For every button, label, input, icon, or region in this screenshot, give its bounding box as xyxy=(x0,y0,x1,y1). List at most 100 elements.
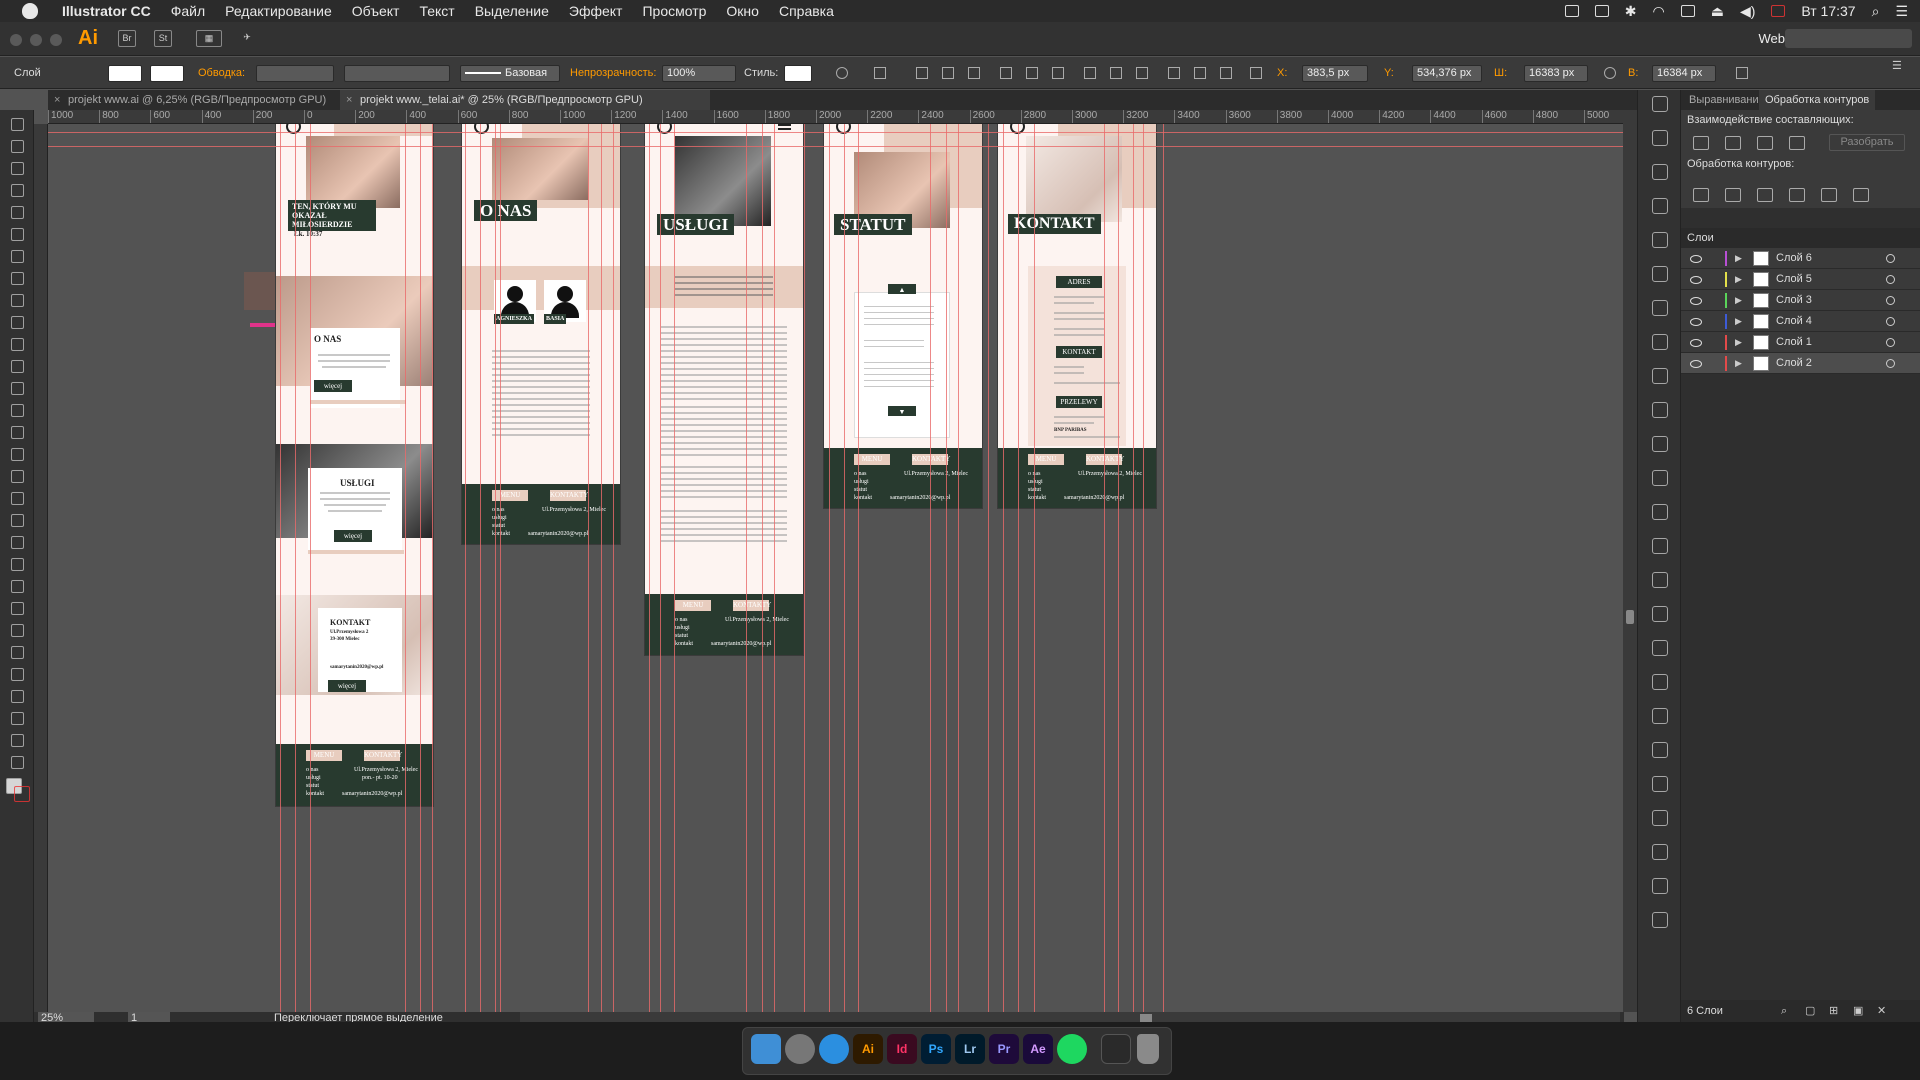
stroke-label[interactable]: Обводка: xyxy=(198,57,245,89)
footer-link-uslugi[interactable]: usługi xyxy=(854,478,869,486)
horizontal-ruler[interactable]: 1000 800 600 400 200 0 200 400 600 800 1000 1200 140… xyxy=(48,110,1623,124)
menu-type[interactable]: Текст xyxy=(409,3,464,19)
layer-row[interactable]: ▶ Слой 2 xyxy=(1681,353,1920,374)
merge-icon[interactable] xyxy=(1757,188,1773,202)
target-circle-icon[interactable] xyxy=(1886,317,1895,326)
mesh-tool-icon[interactable] xyxy=(11,558,24,571)
layer-name[interactable]: Слой 6 xyxy=(1776,248,1812,269)
transform-options-icon[interactable] xyxy=(1736,67,1748,79)
eyedropper-tool-icon[interactable] xyxy=(11,602,24,615)
align-bottom-icon[interactable] xyxy=(1052,67,1064,79)
menu-edit[interactable]: Редактирование xyxy=(215,3,342,19)
footer-link-onas[interactable]: o nas xyxy=(306,766,319,774)
guide-vertical[interactable] xyxy=(858,124,859,1012)
align-top-icon[interactable] xyxy=(1000,67,1012,79)
flag-icon[interactable] xyxy=(1771,5,1786,17)
distribute-middle-icon[interactable] xyxy=(1110,67,1122,79)
divide-icon[interactable] xyxy=(1693,188,1709,202)
guide-vertical[interactable] xyxy=(280,124,281,1012)
stock-icon[interactable]: St xyxy=(154,30,172,47)
align-middle-icon[interactable] xyxy=(1026,67,1038,79)
artboards-panel-icon[interactable] xyxy=(1652,504,1668,520)
line-segment-tool-icon[interactable] xyxy=(11,272,24,285)
gradient-panel-icon[interactable] xyxy=(1652,198,1668,214)
eject-icon[interactable]: ⏏ xyxy=(1711,3,1724,20)
expand-triangle-icon[interactable]: ▶ xyxy=(1735,353,1742,374)
target-circle-icon[interactable] xyxy=(1886,254,1895,263)
guide-vertical[interactable] xyxy=(1034,124,1035,1012)
brushes-panel-icon[interactable] xyxy=(1652,674,1668,690)
variables-panel-icon[interactable] xyxy=(1652,912,1668,928)
apple-icon[interactable] xyxy=(22,3,38,19)
guide-vertical[interactable] xyxy=(420,124,421,1012)
actions-panel-icon[interactable] xyxy=(1652,436,1668,452)
guide-vertical[interactable] xyxy=(1104,124,1105,1012)
layer-name[interactable]: Слой 4 xyxy=(1776,311,1812,332)
artboard-tool-icon[interactable] xyxy=(11,690,24,703)
target-circle-icon[interactable] xyxy=(1886,296,1895,305)
unite-icon[interactable] xyxy=(1693,136,1709,150)
swatches-panel-icon[interactable] xyxy=(1652,164,1668,180)
notification-icon[interactable] xyxy=(1594,5,1609,17)
help-search-input[interactable] xyxy=(1785,29,1912,48)
opacity-label[interactable]: Непрозрачность: xyxy=(570,57,656,89)
footer-link-statut[interactable]: statut xyxy=(492,522,505,530)
footer-link-kontakt[interactable]: kontakt xyxy=(675,640,693,648)
glyphs-panel-icon[interactable] xyxy=(1652,844,1668,860)
graphic-style-swatch[interactable] xyxy=(784,65,812,82)
close-icon[interactable]: × xyxy=(54,90,60,110)
gpu-performance-icon[interactable]: ✈ xyxy=(238,30,256,47)
close-window-button[interactable] xyxy=(10,34,22,46)
footer-menu-btn[interactable]: MENU xyxy=(675,600,711,611)
type-tool-icon[interactable] xyxy=(11,250,24,263)
guide-vertical[interactable] xyxy=(958,124,959,1012)
constrain-proportions-icon[interactable] xyxy=(1604,67,1616,79)
close-icon[interactable]: × xyxy=(346,90,352,110)
footer-link-kontakt[interactable]: kontakt xyxy=(854,494,872,502)
visibility-eye-icon[interactable] xyxy=(1690,255,1702,263)
layer-name[interactable]: Слой 1 xyxy=(1776,332,1812,353)
intersect-icon[interactable] xyxy=(1757,136,1773,150)
appearance-panel-icon[interactable] xyxy=(1652,402,1668,418)
indesign-icon[interactable]: Id xyxy=(887,1034,917,1064)
minimize-window-button[interactable] xyxy=(30,34,42,46)
menu-select[interactable]: Выделение xyxy=(465,3,559,19)
width-field[interactable]: 16383 px xyxy=(1524,65,1588,82)
footer-link-statut[interactable]: statut xyxy=(854,486,867,494)
footer-link-onas[interactable]: o nas xyxy=(675,616,688,624)
artboard-onas[interactable]: O NAS AGNIESZKA BASIA MENU KONTAKTY o na… xyxy=(462,124,620,544)
rotate-tool-icon[interactable] xyxy=(11,404,24,417)
target-circle-icon[interactable] xyxy=(1886,359,1895,368)
outline-icon[interactable] xyxy=(1821,188,1837,202)
artboard-canvas[interactable]: TEN, KTÓRY MU OKAZAŁ MIŁOSIERDZIE Łk. 10… xyxy=(48,124,1623,1012)
layers-comp-panel-icon[interactable] xyxy=(1652,640,1668,656)
guide-vertical[interactable] xyxy=(1163,124,1164,1012)
creative-cloud-icon[interactable] xyxy=(1564,5,1579,17)
curvature-tool-icon[interactable] xyxy=(11,228,24,241)
distribute-top-icon[interactable] xyxy=(1084,67,1096,79)
magic-wand-tool-icon[interactable] xyxy=(11,162,24,175)
expand-button[interactable]: Разобрать xyxy=(1829,134,1905,151)
distribute-center-icon[interactable] xyxy=(1194,67,1206,79)
guide-vertical[interactable] xyxy=(500,124,501,1012)
airplay-icon[interactable] xyxy=(1680,5,1695,17)
new-layer-icon[interactable]: ▣ xyxy=(1853,1000,1863,1022)
visibility-eye-icon[interactable] xyxy=(1690,339,1702,347)
links-panel-icon[interactable] xyxy=(1652,538,1668,554)
footer-kontakt-btn[interactable]: KONTAKTY xyxy=(733,600,771,611)
asset-export-panel-icon[interactable] xyxy=(1652,878,1668,894)
align-center-icon[interactable] xyxy=(942,67,954,79)
footer-link-statut[interactable]: statut xyxy=(306,782,319,790)
guide-vertical[interactable] xyxy=(1018,124,1019,1012)
tab-align[interactable]: Выравнивани xyxy=(1689,90,1759,110)
list-icon[interactable]: ☰ xyxy=(1895,3,1908,20)
visibility-eye-icon[interactable] xyxy=(1690,360,1702,368)
guide-vertical[interactable] xyxy=(674,124,675,1012)
lightroom-icon[interactable]: Lr xyxy=(955,1034,985,1064)
stroke-weight-field[interactable] xyxy=(256,65,334,82)
recolor-icon[interactable] xyxy=(836,67,848,79)
scroll-down-arrow-icon[interactable]: ▼ xyxy=(888,406,916,416)
stroke-panel-icon[interactable] xyxy=(1652,368,1668,384)
stroke-color-icon[interactable] xyxy=(14,786,30,802)
menu-help[interactable]: Справка xyxy=(769,3,844,19)
